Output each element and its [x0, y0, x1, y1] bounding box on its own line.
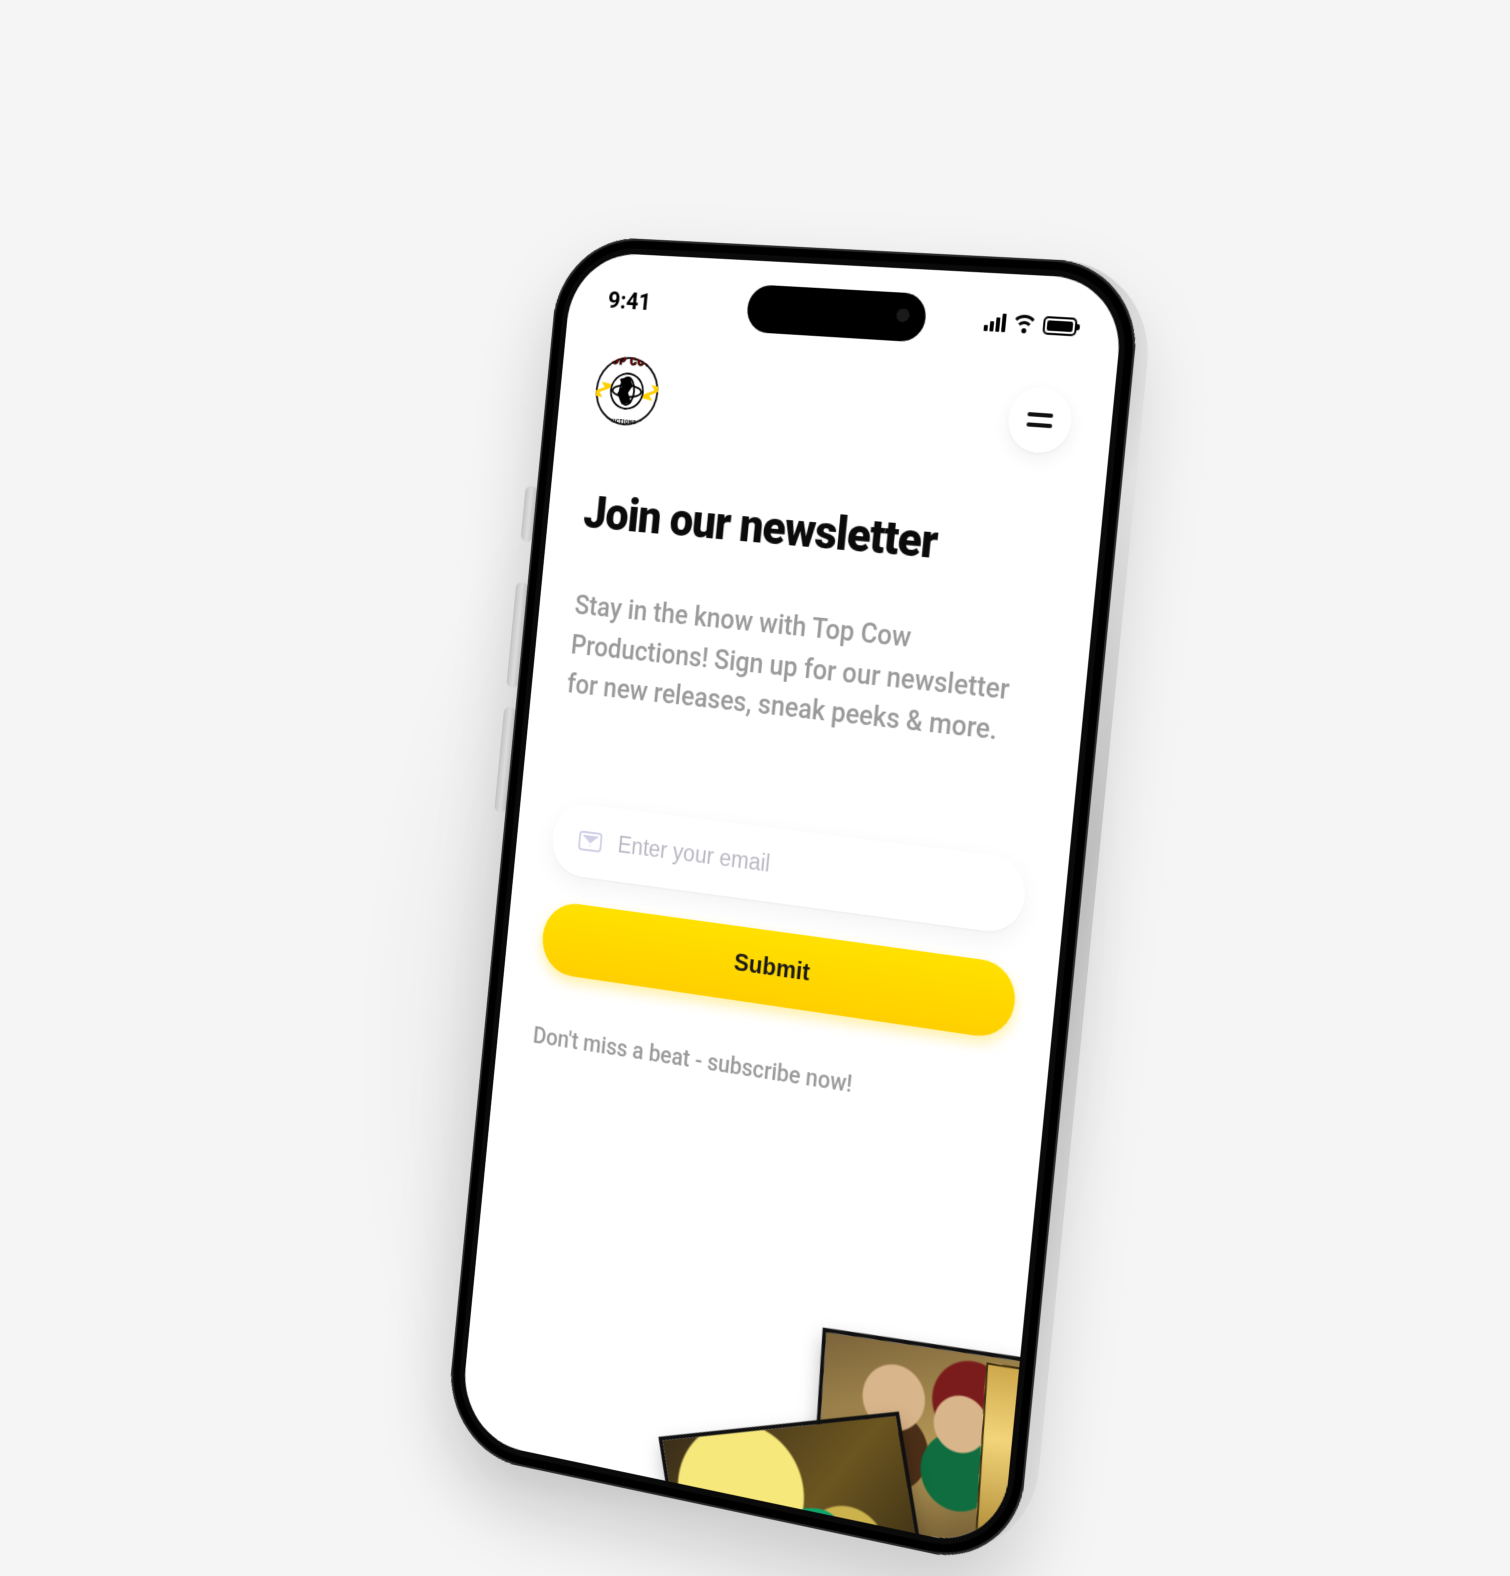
comic-art [641, 1311, 1046, 1552]
logo-top-text: TOP COW [598, 355, 661, 370]
logo-bottom-text: PRODUCTIONS, INC. [593, 416, 656, 427]
scene: 9:41 TOP COW [445, 125, 1065, 1385]
hamburger-icon [1026, 412, 1053, 428]
phone-mockup: 9:41 TOP COW [444, 235, 1144, 1571]
subscribe-note: Don't miss a beat - subscribe now! [532, 1021, 1006, 1121]
app-content: TOP COW PRODUCTIONS, INC. Join our newsl… [459, 251, 1126, 1551]
cellular-icon [983, 313, 1006, 333]
comic-panel-back [810, 1328, 1037, 1552]
status-time: 9:41 [607, 286, 652, 316]
brand-logo[interactable]: TOP COW PRODUCTIONS, INC. [593, 355, 662, 428]
status-right-cluster [983, 313, 1077, 337]
phone-screen: 9:41 TOP COW [459, 251, 1126, 1551]
app-header: TOP COW PRODUCTIONS, INC. [592, 350, 1075, 463]
battery-icon [1042, 316, 1077, 336]
page-blurb: Stay in the know with Top Cow Production… [565, 585, 1051, 756]
page-title: Join our newsletter [581, 486, 1061, 581]
wifi-icon [1013, 314, 1036, 334]
menu-button[interactable] [1005, 385, 1075, 455]
email-input[interactable] [617, 831, 997, 907]
comic-panel-front [658, 1412, 933, 1552]
mail-icon [578, 830, 603, 852]
